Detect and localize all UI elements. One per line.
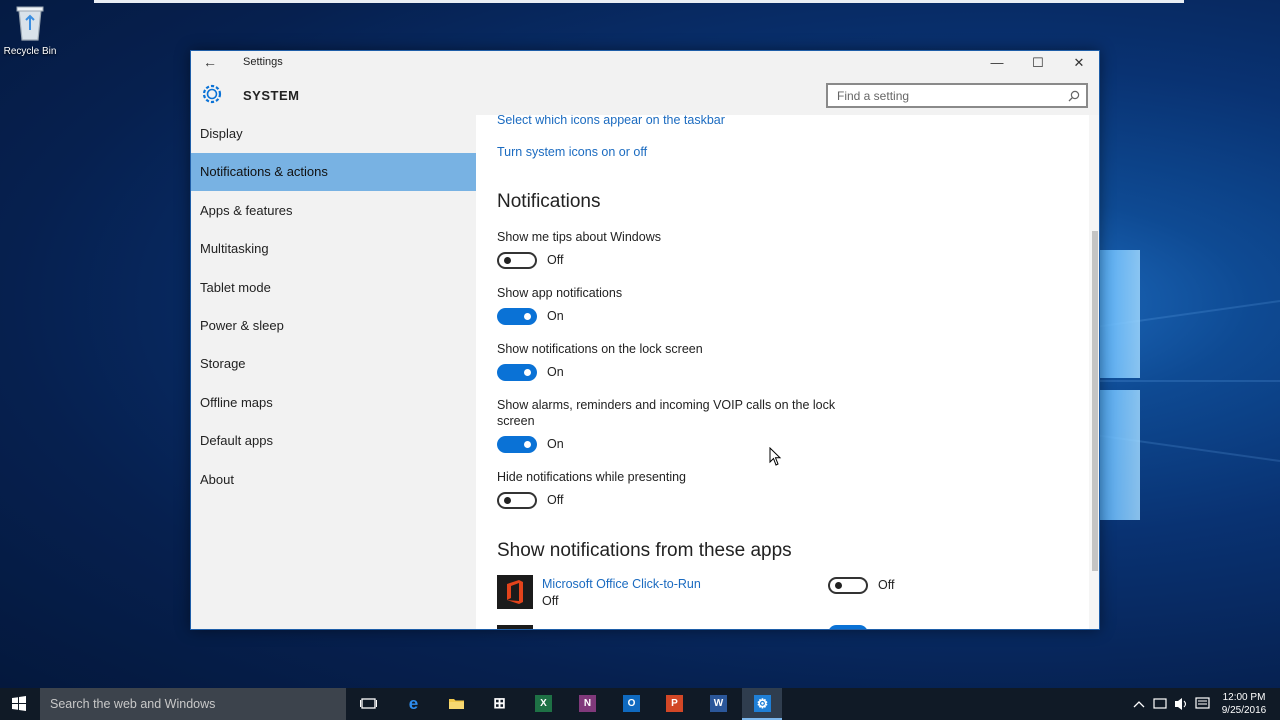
taskbar-icons-link[interactable]: Select which icons appear on the taskbar [497,115,725,127]
tips-toggle-state: Off [547,253,564,267]
background-window-edge [94,0,1184,3]
sidebar-item-apps-features[interactable]: Apps & features [191,192,476,230]
toggle-knob [524,369,531,376]
next-app-toggle[interactable] [828,625,868,629]
apps-heading: Show notifications from these apps [497,540,792,561]
toggle-knob [524,441,531,448]
tips-toggle[interactable] [497,252,537,269]
close-button[interactable]: ✕ [1059,51,1099,75]
notifications-heading: Notifications [497,191,601,212]
powerpoint-icon: P [666,695,683,712]
outlook-button[interactable]: O [611,688,651,720]
lock-screen-toggle[interactable] [497,364,537,381]
section-title: SYSTEM [243,88,300,103]
toggle-knob [835,582,842,589]
store-button[interactable]: ⊞ [479,688,519,720]
app-notifications-toggle[interactable] [497,308,537,325]
office-app-name[interactable]: Microsoft Office Click-to-Run [542,577,701,591]
app-notifications-state: On [547,309,564,323]
presenting-toggle[interactable] [497,492,537,509]
onenote-button[interactable]: N [567,688,607,720]
task-view-button[interactable] [348,688,388,720]
sidebar-item-offline-maps[interactable]: Offline maps [191,384,476,422]
store-icon: ⊞ [493,695,506,712]
settings-window: ← Settings — ☐ ✕ SYSTEM Find a setting D… [190,50,1100,630]
excel-icon: X [535,695,552,712]
start-button[interactable] [0,688,38,720]
gear-icon [200,82,224,106]
lock-screen-label: Show notifications on the lock screen [497,342,703,356]
volume-icon [1175,698,1182,710]
find-setting-input[interactable]: Find a setting [826,83,1088,108]
search-placeholder: Find a setting [837,89,910,103]
clock-time: 12:00 PM [1222,692,1266,703]
tips-setting-label: Show me tips about Windows [497,230,661,244]
mouse-cursor-icon [769,446,783,467]
taskbar-clock[interactable]: 12:00 PM 9/25/2016 [1214,691,1274,717]
sidebar-item-display[interactable]: Display [191,115,476,153]
system-tray [1130,688,1210,720]
maximize-button[interactable]: ☐ [1018,51,1058,75]
sidebar-item-multitasking[interactable]: Multitasking [191,230,476,268]
folder-icon [448,695,465,712]
edge-button[interactable]: e [393,688,433,720]
onenote-icon: N [579,695,596,712]
sidebar-item-power-sleep[interactable]: Power & sleep [191,307,476,345]
clock-date: 9/25/2016 [1221,705,1267,716]
sidebar-item-storage[interactable]: Storage [191,345,476,383]
sidebar-item-default-apps[interactable]: Default apps [191,422,476,460]
settings-header: SYSTEM Find a setting [191,75,1099,115]
settings-sidebar: Display Notifications & actions Apps & f… [191,115,476,629]
recycle-bin-label: Recycle Bin [3,46,57,57]
sidebar-item-about[interactable]: About [191,461,476,499]
next-app-icon [497,625,533,629]
sidebar-item-tablet-mode[interactable]: Tablet mode [191,269,476,307]
toggle-knob [524,313,531,320]
alarms-voip-state: On [547,437,564,451]
edge-icon: e [408,694,419,713]
office-app-toggle[interactable] [828,577,868,594]
minimize-button[interactable]: — [977,51,1017,75]
app-notifications-label: Show app notifications [497,286,623,300]
office-app-status: Off [542,594,559,608]
file-explorer-button[interactable] [436,688,476,720]
settings-gear-icon: ⚙ [754,695,771,712]
word-icon: W [710,695,727,712]
recycle-bin-icon [13,4,47,42]
sidebar-item-notifications-actions[interactable]: Notifications & actions [191,153,476,191]
system-icons-link[interactable]: Turn system icons on or off [497,145,647,159]
notifications-content: Select which icons appear on the taskbar… [476,115,1099,629]
alarms-voip-toggle[interactable] [497,436,537,453]
presenting-label: Hide notifications while presenting [497,470,686,484]
action-center-icon [1195,697,1210,709]
window-title: Settings [243,56,283,68]
settings-taskbar-button[interactable]: ⚙ [742,688,782,720]
windows-desktop-logo [1100,250,1140,520]
network-icon [1153,698,1167,709]
title-bar: ← Settings — ☐ ✕ [191,51,1099,75]
scrollbar-thumb[interactable] [1092,231,1098,571]
back-arrow-icon[interactable]: ← [203,54,217,70]
toggle-knob [504,257,511,264]
office-app-icon [497,575,533,609]
recycle-bin-shortcut[interactable]: Recycle Bin [0,4,60,57]
outlook-icon: O [623,695,640,712]
task-view-icon [360,695,377,712]
search-icon [1068,89,1080,102]
taskbar: Search the web and Windows e ⊞ X N O P W… [0,688,1280,720]
lock-screen-state: On [547,365,564,379]
toggle-knob [504,497,511,504]
office-app-toggle-state: Off [878,578,895,592]
taskbar-search-placeholder: Search the web and Windows [50,697,216,711]
presenting-state: Off [547,493,564,507]
excel-button[interactable]: X [523,688,563,720]
word-button[interactable]: W [698,688,738,720]
taskbar-search-box[interactable]: Search the web and Windows [40,688,346,720]
windows-logo-icon [12,696,26,711]
powerpoint-button[interactable]: P [654,688,694,720]
alarms-voip-label: Show alarms, reminders and incoming VOIP… [497,398,836,428]
scrollbar[interactable] [1089,115,1099,629]
chevron-up-icon [1133,701,1145,708]
